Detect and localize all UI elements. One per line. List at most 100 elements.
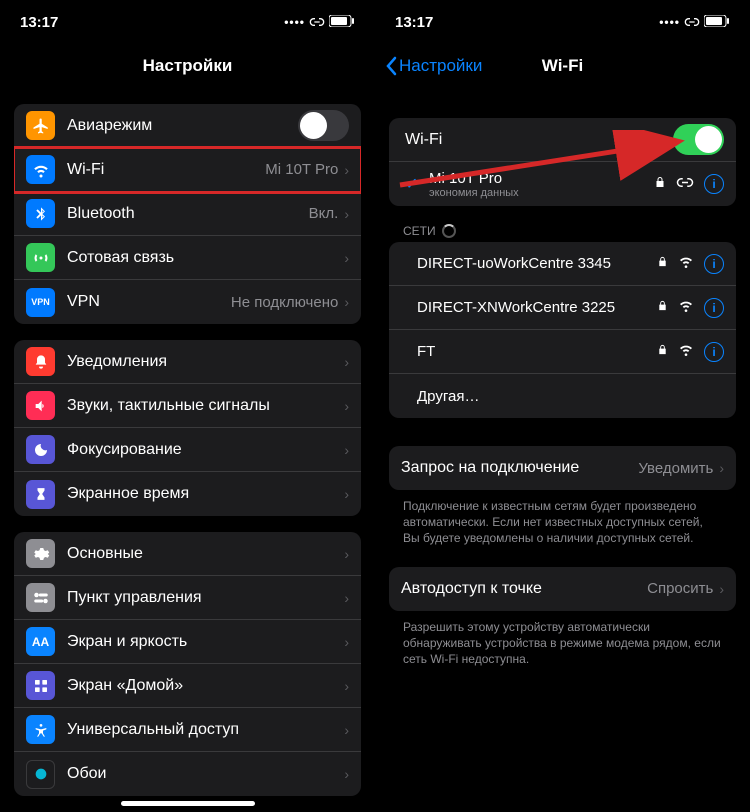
signal-icon: ••••: [659, 15, 680, 29]
network-row[interactable]: DIRECT-uoWorkCentre 3345 i: [389, 242, 736, 286]
settings-group-general: Основные › Пункт управления › AA Экран и…: [14, 532, 361, 796]
row-label: Фокусирование: [67, 441, 344, 459]
airplane-toggle[interactable]: [298, 110, 349, 141]
status-right: ••••: [659, 14, 730, 31]
row-label: Экранное время: [67, 485, 344, 503]
chevron-right-icon: ›: [344, 486, 349, 502]
row-label: Звуки, тактильные сигналы: [67, 397, 344, 415]
home-indicator[interactable]: [121, 801, 255, 806]
settings-group-notifications: Уведомления › Звуки, тактильные сигналы …: [14, 340, 361, 516]
row-value: Вкл.: [309, 205, 339, 222]
info-icon[interactable]: i: [704, 298, 724, 318]
wifi-toggle-label: Wi-Fi: [401, 131, 673, 149]
settings-group-connectivity: Авиарежим Wi-Fi Mi 10T Pro › Bluetooth В…: [14, 104, 361, 324]
accessibility-icon: [26, 715, 55, 744]
row-accessibility[interactable]: Универсальный доступ ›: [14, 708, 361, 752]
link-icon: [676, 175, 694, 193]
info-icon[interactable]: i: [704, 254, 724, 274]
grid-icon: [26, 671, 55, 700]
status-bar: 13:17 ••••: [0, 0, 375, 44]
row-wifi[interactable]: Wi-Fi Mi 10T Pro ›: [14, 148, 361, 192]
row-home-screen[interactable]: Экран «Домой» ›: [14, 664, 361, 708]
row-connected-network[interactable]: ✓ Mi 10T Pro экономия данных i: [389, 162, 736, 206]
back-button[interactable]: Настройки: [385, 56, 482, 76]
info-icon[interactable]: i: [704, 342, 724, 362]
row-label: Уведомления: [67, 353, 344, 371]
bell-icon: [26, 347, 55, 376]
lock-icon: [657, 343, 668, 361]
airplane-icon: [26, 111, 55, 140]
chevron-right-icon: ›: [719, 460, 724, 476]
hourglass-icon: [26, 480, 55, 509]
speaker-icon: [26, 391, 55, 420]
spinner-icon: [442, 224, 456, 238]
status-time: 13:17: [20, 14, 58, 31]
row-label: Универсальный доступ: [67, 721, 344, 739]
chevron-right-icon: ›: [344, 590, 349, 606]
chevron-right-icon: ›: [344, 354, 349, 370]
network-row[interactable]: DIRECT-XNWorkCentre 3225 i: [389, 286, 736, 330]
row-ask-to-join[interactable]: Запрос на подключение Уведомить ›: [389, 446, 736, 490]
row-value: Спросить: [647, 580, 713, 597]
row-wifi-toggle[interactable]: Wi-Fi: [389, 118, 736, 162]
network-name: DIRECT-XNWorkCentre 3225: [401, 299, 657, 316]
row-focus[interactable]: Фокусирование ›: [14, 428, 361, 472]
header: Настройки Wi-Fi: [375, 44, 750, 88]
row-other-network[interactable]: Другая…: [389, 374, 736, 418]
auto-footer-text: Разрешить этому устройству автоматически…: [389, 611, 736, 668]
info-icon[interactable]: i: [704, 174, 724, 194]
row-value: Не подключено: [231, 294, 338, 311]
row-label: Пункт управления: [67, 589, 344, 607]
ask-footer-text: Подключение к известным сетям будет прои…: [389, 490, 736, 547]
page-title: Настройки: [0, 56, 375, 76]
back-label: Настройки: [399, 56, 482, 76]
row-auto-hotspot[interactable]: Автодоступ к точке Спросить ›: [389, 567, 736, 611]
chevron-right-icon: ›: [344, 678, 349, 694]
row-label: Обои: [67, 765, 344, 783]
row-airplane[interactable]: Авиарежим: [14, 104, 361, 148]
row-notifications[interactable]: Уведомления ›: [14, 340, 361, 384]
row-label: Экран и яркость: [67, 633, 344, 651]
row-label: VPN: [67, 293, 231, 311]
settings-content[interactable]: Авиарежим Wi-Fi Mi 10T Pro › Bluetooth В…: [0, 104, 375, 796]
chevron-left-icon: [385, 56, 397, 76]
wallpaper-icon: [26, 760, 55, 789]
chevron-right-icon: ›: [344, 634, 349, 650]
chevron-right-icon: ›: [344, 442, 349, 458]
connected-sub: экономия данных: [429, 187, 654, 199]
chevron-right-icon: ›: [344, 294, 349, 310]
row-sounds[interactable]: Звуки, тактильные сигналы ›: [14, 384, 361, 428]
wifi-screen: 13:17 •••• Настройки Wi-Fi Wi-Fi ✓: [375, 0, 750, 812]
row-wallpaper[interactable]: Обои ›: [14, 752, 361, 796]
chevron-right-icon: ›: [344, 766, 349, 782]
auto-group: Автодоступ к точке Спросить ›: [389, 567, 736, 611]
wifi-content[interactable]: Wi-Fi ✓ Mi 10T Pro экономия данных i: [375, 118, 750, 667]
row-label: Запрос на подключение: [401, 459, 638, 477]
connected-name: Mi 10T Pro: [429, 170, 654, 187]
signal-icon: ••••: [284, 15, 305, 29]
lock-icon: [657, 299, 668, 317]
wifi-signal-icon: [678, 255, 694, 273]
networks-section-label: СЕТИ: [403, 224, 736, 238]
settings-screen: 13:17 •••• Настройки Авиарежим: [0, 0, 375, 812]
row-general[interactable]: Основные ›: [14, 532, 361, 576]
chevron-right-icon: ›: [344, 546, 349, 562]
status-time: 13:17: [395, 14, 433, 31]
aa-icon: AA: [26, 627, 55, 656]
vpn-icon: VPN: [26, 288, 55, 317]
row-bluetooth[interactable]: Bluetooth Вкл. ›: [14, 192, 361, 236]
row-control-center[interactable]: Пункт управления ›: [14, 576, 361, 620]
wifi-toggle[interactable]: [673, 124, 724, 155]
wifi-icon: [26, 155, 55, 184]
row-label: Bluetooth: [67, 205, 309, 223]
wifi-main-group: Wi-Fi ✓ Mi 10T Pro экономия данных i: [389, 118, 736, 206]
row-display[interactable]: AA Экран и яркость ›: [14, 620, 361, 664]
row-screentime[interactable]: Экранное время ›: [14, 472, 361, 516]
row-cellular[interactable]: Сотовая связь ›: [14, 236, 361, 280]
chevron-right-icon: ›: [344, 250, 349, 266]
network-row[interactable]: FT i: [389, 330, 736, 374]
cellular-icon: [26, 243, 55, 272]
ask-group: Запрос на подключение Уведомить ›: [389, 446, 736, 490]
row-vpn[interactable]: VPN VPN Не подключено ›: [14, 280, 361, 324]
row-label: Основные: [67, 545, 344, 563]
